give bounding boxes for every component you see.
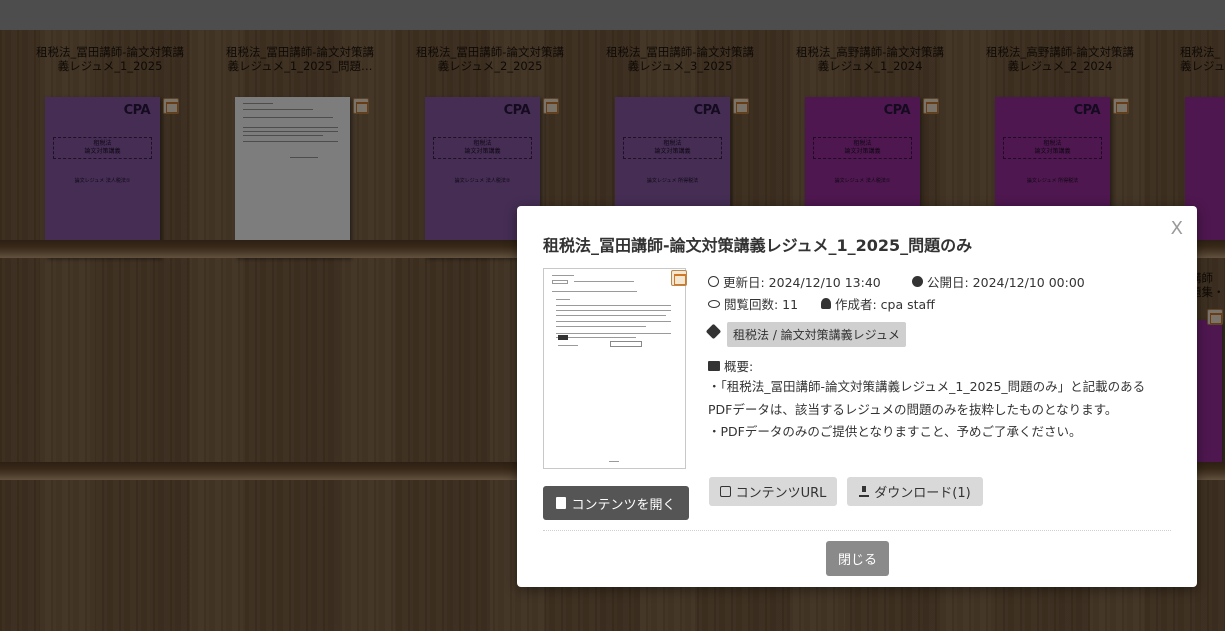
content-thumbnail[interactable]	[543, 268, 686, 469]
published-date: 公開日: 2024/12/10 00:00	[912, 272, 1085, 291]
external-link-icon	[719, 486, 731, 497]
summary-heading: 概要:	[708, 356, 753, 375]
tags-label	[705, 323, 723, 340]
comment-icon	[708, 360, 720, 371]
category-tag[interactable]: 租税法 / 論文対策講義レジュメ	[727, 322, 906, 347]
download-button[interactable]: ダウンロード(1)	[847, 477, 983, 506]
modal-title: 租税法_冨田講師-論文対策講義レジュメ_1_2025_問題のみ	[543, 236, 973, 255]
divider	[543, 530, 1171, 531]
eye-icon	[708, 299, 720, 308]
clock-icon	[708, 276, 719, 287]
summary-text: ・「租税法_冨田講師-論文対策講義レジュメ_1_2025_問題のみ」と記載のある…	[708, 379, 1146, 439]
content-url-button[interactable]: コンテンツURL	[709, 477, 837, 506]
book-open-icon[interactable]	[671, 270, 687, 286]
close-button[interactable]: 閉じる	[826, 541, 889, 576]
content-detail-modal: X 租税法_冨田講師-論文対策講義レジュメ_1_2025_問題のみ コンテンツを…	[517, 206, 1197, 587]
author: 作成者: cpa staff	[821, 294, 935, 313]
view-count: 閲覧回数: 11	[708, 294, 798, 313]
open-content-button[interactable]: コンテンツを開く	[543, 486, 689, 520]
updated-date: 更新日: 2024/12/10 13:40	[708, 272, 881, 291]
user-icon	[821, 298, 831, 309]
globe-icon	[912, 276, 923, 287]
close-icon[interactable]: X	[1171, 218, 1183, 239]
book-icon	[556, 497, 567, 509]
download-icon	[859, 486, 870, 497]
tags-icon	[705, 323, 722, 340]
